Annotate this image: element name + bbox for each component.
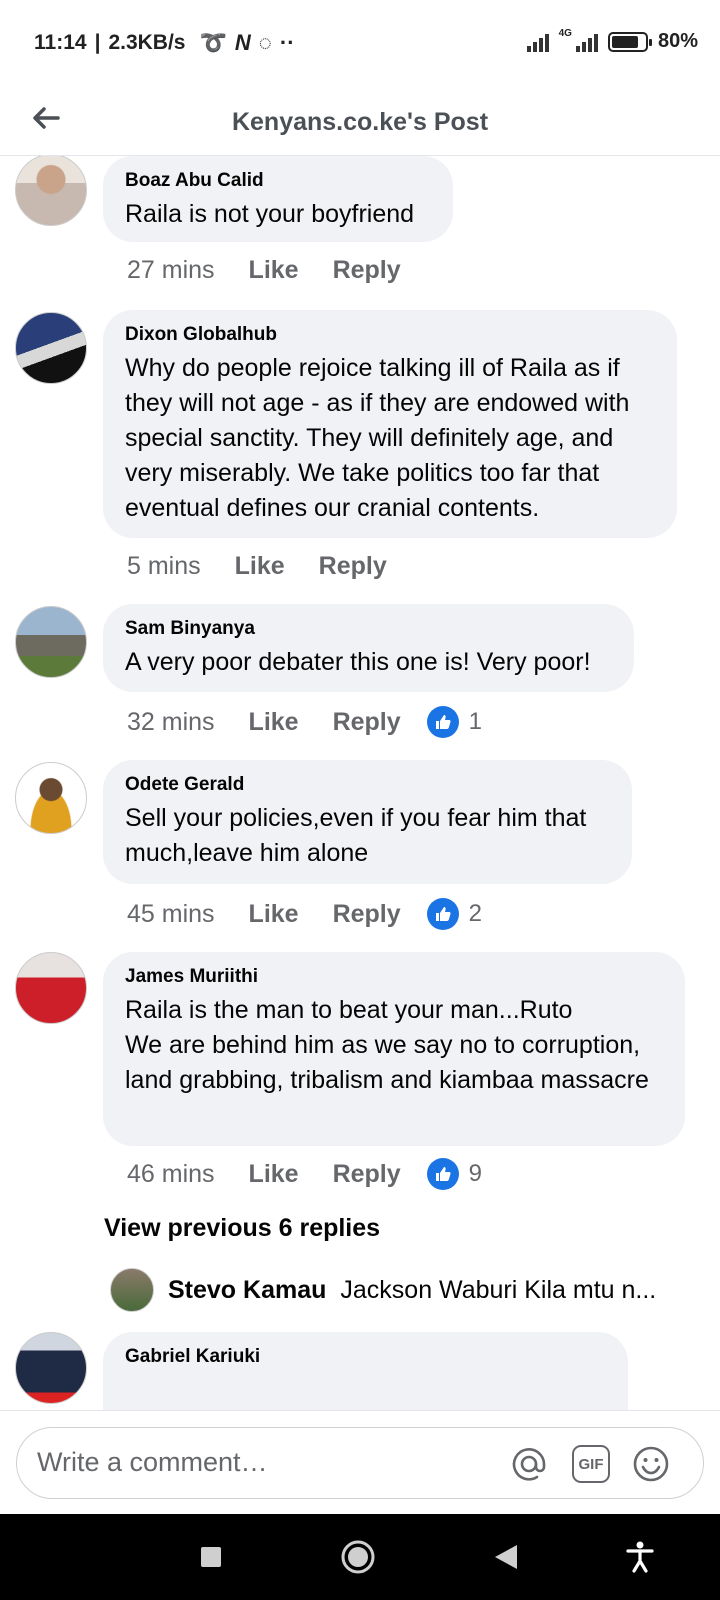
like-button[interactable]: Like — [235, 552, 285, 581]
clock: 11:14 — [34, 31, 87, 54]
comment-text: Raila is not your boyfriend — [125, 200, 415, 228]
avatar[interactable] — [15, 952, 87, 1024]
commenter-name[interactable]: Sam Binyanya — [125, 618, 612, 640]
commenter-name[interactable]: James Muriithi — [125, 966, 663, 988]
app-header: Kenyans.co.ke's Post — [0, 86, 720, 156]
signal-icon — [526, 32, 549, 52]
avatar[interactable] — [15, 312, 87, 384]
avatar[interactable] — [15, 1332, 87, 1404]
comment-bubble[interactable]: Sam Binyanya A very poor debater this on… — [103, 604, 634, 692]
reaction-count[interactable]: 9 — [426, 1158, 483, 1190]
commenter-name[interactable]: Dixon Globalhub — [125, 324, 655, 346]
avatar[interactable] — [110, 1268, 154, 1312]
commenter-name[interactable]: Gabriel Kariuki — [125, 1346, 606, 1368]
like-button[interactable]: Like — [249, 256, 299, 285]
view-previous-replies-link[interactable]: View previous 6 replies — [104, 1214, 380, 1243]
reply-button[interactable]: Reply — [333, 256, 401, 285]
reply-author-name[interactable]: Stevo Kamau — [168, 1276, 326, 1305]
battery-icon — [607, 31, 652, 52]
comments-list: Boaz Abu Calid Raila is not your boyfrie… — [0, 156, 720, 1410]
avatar[interactable] — [15, 606, 87, 678]
home-button[interactable] — [340, 1539, 376, 1575]
system-navigation-bar — [0, 1514, 720, 1600]
network-type: 4G — [558, 28, 572, 39]
comment-time: 45 mins — [127, 899, 215, 928]
comment-text: Raila is the man to beat your man...Ruto… — [125, 996, 649, 1094]
comment-text: Why do people rejoice talking ill of Rai… — [125, 354, 630, 522]
back-button[interactable] — [488, 1539, 524, 1575]
like-button[interactable]: Like — [249, 708, 299, 737]
data-saver-icon: ➰ — [199, 30, 227, 55]
at-icon[interactable] — [509, 1444, 549, 1484]
comment-input[interactable]: Write a comment… GIF — [16, 1427, 704, 1499]
comment-bubble[interactable]: Odete Gerald Sell your policies,even if … — [103, 760, 632, 884]
accessibility-icon[interactable] — [622, 1539, 658, 1575]
comment-bubble[interactable]: Dixon Globalhub Why do people rejoice ta… — [103, 310, 677, 538]
reaction-count[interactable]: 2 — [426, 898, 483, 930]
reaction-count[interactable]: 1 — [426, 706, 483, 738]
comment-bubble[interactable]: James Muriithi Raila is the man to beat … — [103, 952, 685, 1146]
emoji-icon[interactable] — [631, 1444, 671, 1484]
comment-text: A very poor debater this one is! Very po… — [125, 648, 591, 676]
thumbs-up-icon — [426, 1158, 459, 1190]
comment-bubble[interactable]: Boaz Abu Calid Raila is not your boyfrie… — [103, 156, 453, 242]
commenter-name[interactable]: Boaz Abu Calid — [125, 170, 431, 192]
thumbs-up-icon — [426, 706, 459, 738]
comment-time: 32 mins — [127, 707, 215, 736]
comment-time: 5 mins — [127, 552, 201, 580]
avatar[interactable] — [15, 762, 87, 834]
network-speed: 2.3KB/s — [108, 31, 186, 54]
like-count: 2 — [468, 900, 483, 927]
comment-time: 27 mins — [127, 256, 215, 284]
reply-button[interactable]: Reply — [333, 1160, 401, 1189]
recents-button[interactable] — [193, 1539, 229, 1575]
more-notifications-icon: ·· — [279, 30, 295, 55]
comment-input-placeholder: Write a comment… — [37, 1447, 268, 1477]
gif-icon[interactable]: GIF — [571, 1444, 611, 1484]
battery-percent: 80% — [657, 30, 698, 52]
comment-text: Sell your policies,even if you fear him … — [125, 804, 587, 867]
signal-icon-2 — [575, 32, 598, 52]
like-count: 1 — [468, 708, 483, 735]
reply-button[interactable]: Reply — [333, 708, 401, 737]
netflix-icon: N — [234, 30, 251, 55]
reply-button[interactable]: Reply — [333, 900, 401, 929]
avatar[interactable] — [15, 156, 87, 226]
commenter-name[interactable]: Odete Gerald — [125, 774, 610, 796]
comment-composer: Write a comment… GIF — [0, 1410, 720, 1514]
page-title: Kenyans.co.ke's Post — [231, 108, 489, 136]
whatsapp-icon: ◌ — [258, 30, 272, 55]
thumbs-up-icon — [426, 898, 459, 930]
like-count: 9 — [468, 1160, 483, 1187]
status-bar: 11:14 | 2.3KB/s ➰ N ◌ ·· 4G 80% — [34, 28, 698, 55]
reply-preview[interactable]: Stevo Kamau Jackson Waburi Kila mtu n... — [110, 1268, 656, 1312]
reply-text: Jackson Waburi Kila mtu n... — [340, 1275, 657, 1304]
like-button[interactable]: Like — [249, 1160, 299, 1189]
gif-label: GIF — [572, 1445, 610, 1483]
reply-button[interactable]: Reply — [319, 552, 387, 581]
comment-bubble[interactable]: Gabriel Kariuki — [103, 1332, 628, 1410]
like-button[interactable]: Like — [249, 900, 299, 929]
comment-time: 46 mins — [127, 1159, 215, 1188]
